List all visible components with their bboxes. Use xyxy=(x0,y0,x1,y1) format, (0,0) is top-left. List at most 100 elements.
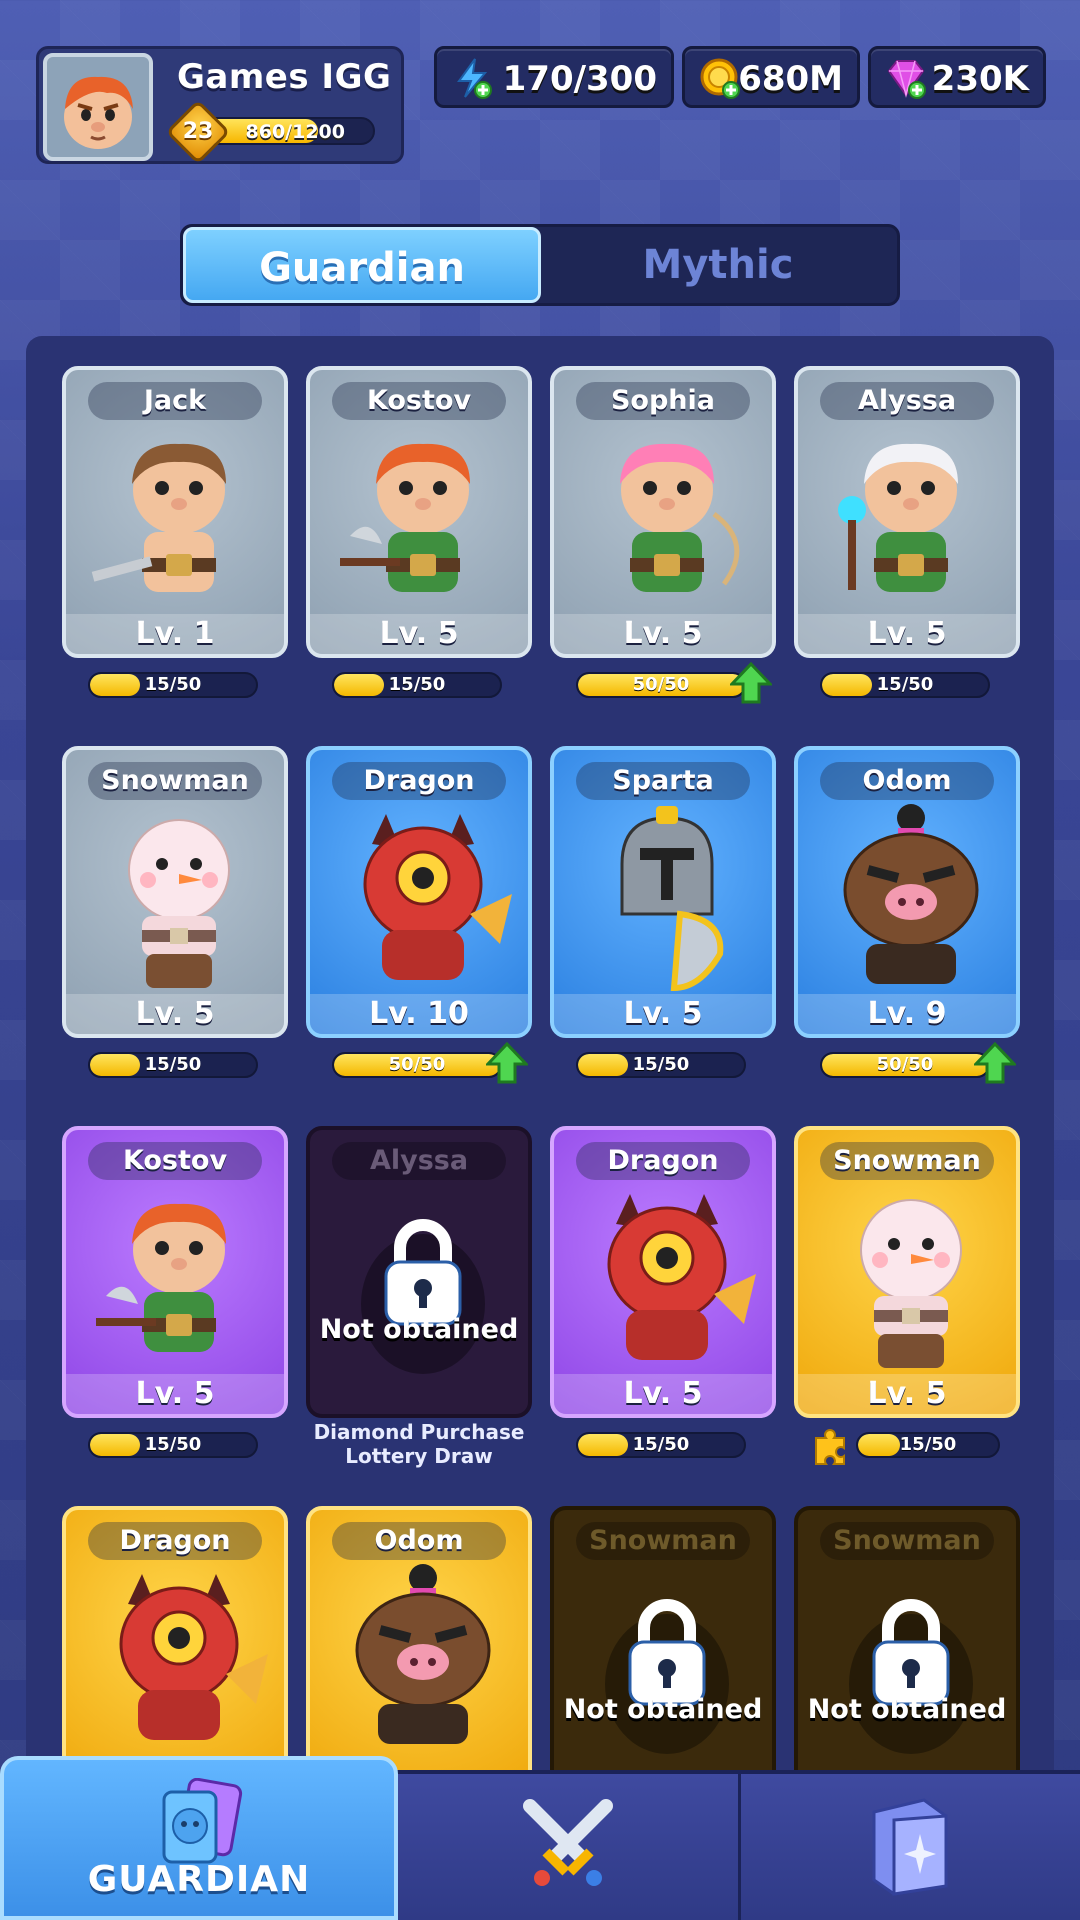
spellbook-icon xyxy=(872,1798,948,1896)
shard-progress-bar: 15/50 xyxy=(576,1432,746,1458)
nav-guardian-label: GUARDIAN xyxy=(87,1859,311,1900)
gem-icon xyxy=(887,60,926,99)
hero-card[interactable]: Kostov Lv. 5 15/50 xyxy=(62,1126,288,1478)
alyssa-portrait xyxy=(838,443,958,592)
hero-card[interactable]: Sparta Lv. 5 15/50 xyxy=(550,746,776,1098)
kostov-portrait xyxy=(340,443,470,592)
hero-name: Jack xyxy=(88,382,262,420)
player-level: 23 xyxy=(182,119,214,144)
hero-name: Odom xyxy=(332,1522,506,1560)
coin-counter[interactable]: 680M xyxy=(682,46,860,108)
hero-name: Snowman xyxy=(88,762,262,800)
upgrade-arrow-icon[interactable] xyxy=(974,1042,1016,1084)
shard-progress-bar: 15/50 xyxy=(856,1432,1000,1458)
hero-level: Lv. 5 xyxy=(798,614,1016,654)
dragon-portrait xyxy=(607,1194,756,1360)
shard-progress-bar: 50/50 xyxy=(576,672,746,698)
hero-name: Dragon xyxy=(88,1522,262,1560)
gem-counter[interactable]: 230K xyxy=(868,46,1046,108)
hero-card[interactable]: Odom Lv. 9 50/50 xyxy=(794,746,1020,1098)
sparta-portrait xyxy=(620,806,724,992)
upgrade-arrow-icon[interactable] xyxy=(730,662,772,704)
not-obtained-label: Not obtained xyxy=(807,1694,1007,1725)
nav-battle[interactable] xyxy=(398,1774,738,1920)
sophia-portrait xyxy=(620,443,740,592)
player-profile[interactable]: Games IGG 860/1200 23 xyxy=(36,46,404,165)
not-obtained-label: Not obtained xyxy=(319,1314,519,1345)
hero-level: Lv. 5 xyxy=(310,614,528,654)
card-portrait-frame: Sparta Lv. 5 xyxy=(550,746,776,1038)
player-name: Games IGG xyxy=(177,57,392,97)
shard-progress-text: 15/50 xyxy=(632,1054,690,1075)
tab-mythic[interactable]: Mythic xyxy=(539,227,897,303)
hero-name: Sophia xyxy=(576,382,750,420)
energy-icon xyxy=(457,58,492,99)
not-obtained-label: Not obtained xyxy=(563,1694,763,1725)
shard-progress-text: 50/50 xyxy=(388,1054,446,1075)
hero-level: Lv. 5 xyxy=(66,994,284,1034)
lock-silhouette xyxy=(849,1599,973,1754)
obtain-method-line2: Lottery Draw xyxy=(345,1444,493,1468)
shard-progress-text: 15/50 xyxy=(388,674,446,695)
hero-name: Snowman xyxy=(576,1522,750,1560)
hero-name: Odom xyxy=(820,762,994,800)
avatar[interactable] xyxy=(43,53,153,161)
card-portrait-frame: Snowman Not obtained xyxy=(550,1506,776,1798)
hero-card[interactable]: Sophia Lv. 5 50/50 xyxy=(550,366,776,718)
hero-level: Lv. 5 xyxy=(798,1374,1016,1414)
energy-value: 170/300 xyxy=(502,59,657,99)
card-portrait-frame: Odom Lv. 9 xyxy=(794,746,1020,1038)
card-portrait-frame: Snowman Not obtained xyxy=(794,1506,1020,1798)
hero-card[interactable]: Alyssa Lv. 5 15/50 xyxy=(794,366,1020,718)
obtain-method-line1: Diamond Purchase xyxy=(313,1420,525,1444)
card-portrait-frame: Kostov Lv. 5 xyxy=(306,366,532,658)
lock-silhouette xyxy=(605,1599,729,1754)
hero-name: Alyssa xyxy=(332,1142,506,1180)
energy-counter[interactable]: 170/300 xyxy=(434,46,674,108)
card-portrait-frame: Sophia Lv. 5 xyxy=(550,366,776,658)
lock-silhouette xyxy=(361,1219,485,1374)
hero-card[interactable]: Snowman Lv. 5 15/50 xyxy=(794,1126,1020,1478)
shard-progress-text: 15/50 xyxy=(876,674,934,695)
obtain-method: Diamond Purchase Lottery Draw xyxy=(306,1420,532,1468)
avatar-face-icon xyxy=(64,76,133,149)
kostov-portrait xyxy=(96,1203,226,1352)
hero-name: Dragon xyxy=(332,762,506,800)
card-portrait-frame: Alyssa Not obtained xyxy=(306,1126,532,1418)
shard-progress-text: 15/50 xyxy=(144,1054,202,1075)
hero-card[interactable]: Alyssa Not obtained Diamond Purchase Lotter… xyxy=(306,1126,532,1478)
hero-card[interactable]: Jack Lv. 1 15/50 xyxy=(62,366,288,718)
dragon-portrait xyxy=(363,814,512,980)
shard-progress-bar: 50/50 xyxy=(332,1052,502,1078)
crossed-swords-icon xyxy=(523,1799,613,1886)
nav-codex[interactable] xyxy=(740,1774,1080,1920)
tab-guardian[interactable]: Guardian xyxy=(183,227,541,303)
dragon-portrait xyxy=(119,1574,268,1740)
card-portrait-frame: Dragon Lv. 5 xyxy=(550,1126,776,1418)
gem-value: 230K xyxy=(931,59,1029,99)
card-portrait-frame: Snowman Lv. 5 xyxy=(62,746,288,1038)
upgrade-arrow-icon[interactable] xyxy=(486,1042,528,1084)
hero-name: Snowman xyxy=(820,1522,994,1560)
hero-card[interactable]: Dragon Lv. 10 50/50 xyxy=(306,746,532,1098)
hero-level: Lv. 1 xyxy=(66,614,284,654)
card-portrait-frame: Alyssa Lv. 5 xyxy=(794,366,1020,658)
hero-card[interactable]: Snowman Lv. 5 15/50 xyxy=(62,746,288,1098)
hero-level: Lv. 5 xyxy=(554,994,772,1034)
shard-progress-text: 15/50 xyxy=(144,1434,202,1455)
card-portrait-frame: Snowman Lv. 5 xyxy=(794,1126,1020,1418)
shard-progress-text: 15/50 xyxy=(144,674,202,695)
shard-progress-bar: 50/50 xyxy=(820,1052,990,1078)
nav-guardian[interactable]: GUARDIAN xyxy=(0,1756,398,1920)
card-portrait-frame: Odom xyxy=(306,1506,532,1798)
shard-progress-bar: 15/50 xyxy=(88,672,258,698)
hero-card[interactable]: Kostov Lv. 5 15/50 xyxy=(306,366,532,718)
hero-name: Dragon xyxy=(576,1142,750,1180)
hero-card[interactable]: Dragon Lv. 5 15/50 xyxy=(550,1126,776,1478)
odom-portrait xyxy=(843,804,979,984)
hero-level: Lv. 5 xyxy=(554,1374,772,1414)
shard-progress-bar: 15/50 xyxy=(820,672,990,698)
shard-progress-bar: 15/50 xyxy=(88,1052,258,1078)
jack-portrait xyxy=(91,443,226,592)
card-portrait-frame: Kostov Lv. 5 xyxy=(62,1126,288,1418)
